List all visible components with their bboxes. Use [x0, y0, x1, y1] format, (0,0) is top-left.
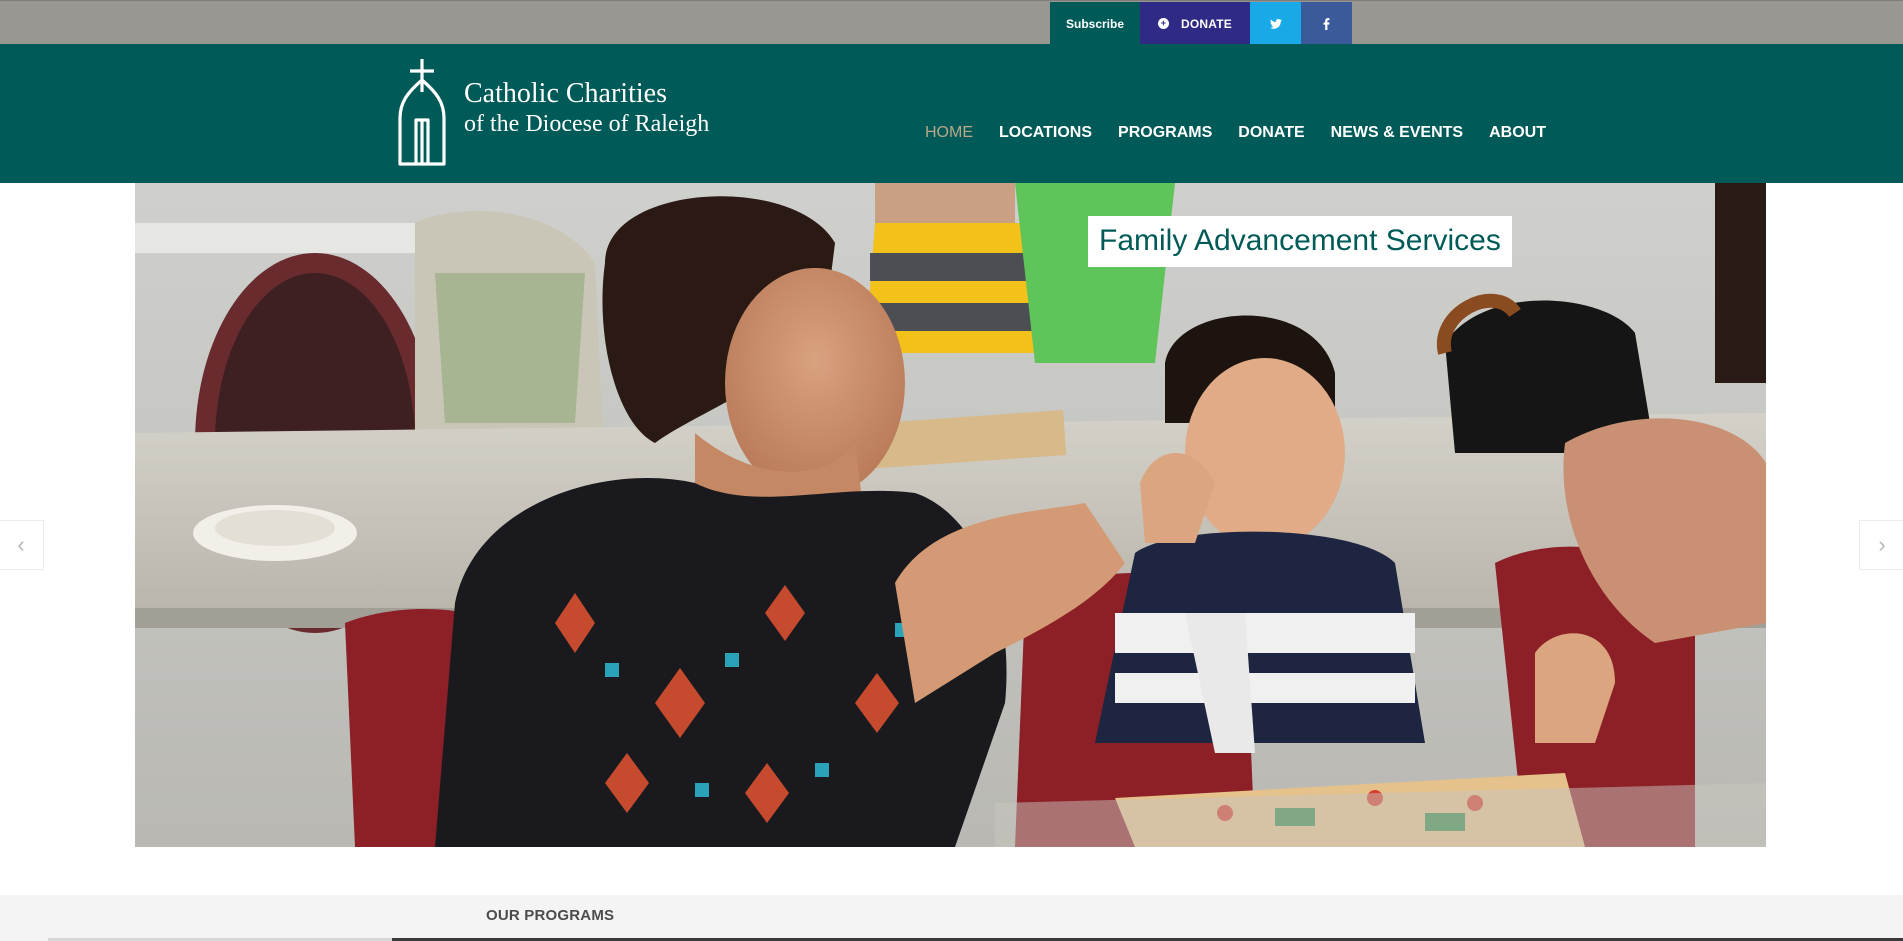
hero-slider[interactable]: Family Advancement Services	[135, 183, 1766, 847]
donate-top-label: DONATE	[1181, 16, 1232, 31]
main-nav: HOME LOCATIONS PROGRAMS DONATE NEWS & EV…	[925, 124, 1546, 142]
top-utility-bar: Subscribe + DONATE	[0, 0, 1903, 45]
cross-church-logo-icon	[398, 59, 446, 166]
chevron-left-icon: ‹	[17, 532, 25, 557]
logo-line-1: Catholic Charities	[464, 78, 667, 109]
nav-donate[interactable]: DONATE	[1238, 124, 1304, 142]
subscribe-button[interactable]: Subscribe	[1050, 2, 1140, 45]
nav-locations[interactable]: LOCATIONS	[999, 124, 1092, 142]
nav-home[interactable]: HOME	[925, 124, 973, 142]
site-header: Catholic Charities of the Diocese of Ral…	[0, 44, 1903, 183]
subscribe-label: Subscribe	[1065, 16, 1125, 31]
programs-title: OUR PROGRAMS	[486, 907, 615, 924]
slider-next-button[interactable]: ›	[1859, 520, 1903, 570]
nav-about[interactable]: ABOUT	[1489, 124, 1546, 142]
nav-news-events[interactable]: NEWS & EVENTS	[1331, 124, 1463, 142]
facebook-button[interactable]	[1301, 2, 1352, 45]
slider-prev-button[interactable]: ‹	[0, 520, 44, 570]
twitter-icon	[1269, 18, 1282, 29]
logo-text: Catholic Charities of the Diocese of Ral…	[464, 78, 709, 140]
chevron-right-icon: ›	[1878, 532, 1886, 557]
slide-caption: Family Advancement Services	[1088, 216, 1512, 267]
logo-line-2: of the Diocese of Raleigh	[464, 111, 710, 137]
hero-photo	[135, 183, 1766, 847]
plus-circle-icon: +	[1158, 18, 1169, 29]
site-logo[interactable]: Catholic Charities of the Diocese of Ral…	[396, 58, 709, 168]
programs-section-header: OUR PROGRAMS	[0, 895, 1903, 941]
twitter-button[interactable]	[1250, 2, 1301, 45]
donate-top-button[interactable]: + DONATE	[1140, 2, 1250, 45]
nav-programs[interactable]: PROGRAMS	[1118, 124, 1212, 142]
facebook-icon	[1323, 17, 1330, 30]
